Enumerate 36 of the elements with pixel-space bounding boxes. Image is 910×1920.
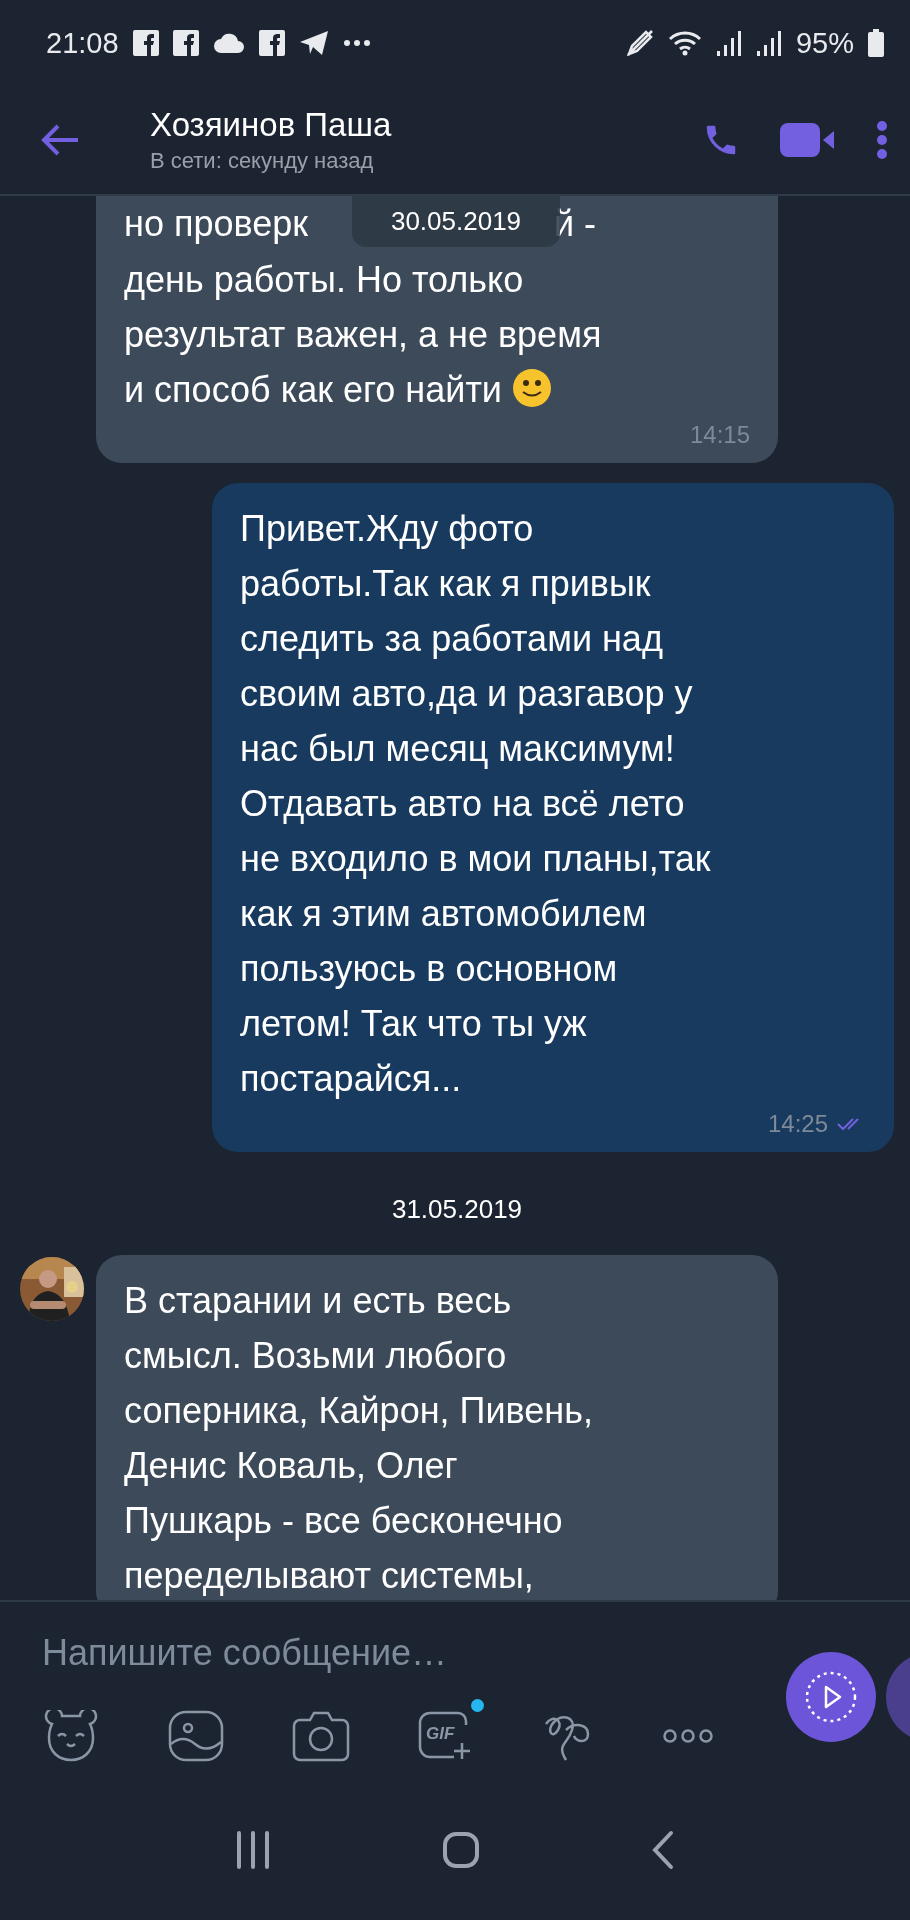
contact-status: В сети: секунду назад <box>150 148 375 174</box>
message-input[interactable]: Напишите сообщение… <box>42 1632 722 1674</box>
paper-plane-icon <box>298 30 329 56</box>
more-icon[interactable] <box>876 120 888 160</box>
gallery-icon[interactable] <box>168 1710 224 1762</box>
signal-icon <box>755 29 782 57</box>
video-camera-icon[interactable] <box>780 121 836 159</box>
date-chip: 30.05.2019 <box>352 196 560 247</box>
home-icon[interactable] <box>442 1831 480 1869</box>
back-icon[interactable] <box>40 123 80 157</box>
date-label: 31.05.2019 <box>391 1194 523 1225</box>
message-text: В старании и есть весь смысл. Возьми любого соперника, Кайрон, Пивень, Денис Коваль, Олег Пушкарь - все бесконечно переделывают системы, <box>124 1279 594 1598</box>
gif-button[interactable]: GIF <box>418 1697 484 1761</box>
message-text: но проверк <box>124 202 308 246</box>
message-text: день работы. Но только результат важен, а не время и способ как его найти <box>124 258 603 412</box>
battery-icon <box>868 29 884 57</box>
more-icon[interactable] <box>662 1728 714 1744</box>
signal-icon <box>715 29 742 57</box>
recent-apps-icon[interactable] <box>235 1831 272 1869</box>
facebook-icon <box>172 30 199 56</box>
message-text: Привет.Жду фото работы.Так как я привык следить за работами над своим авто,да и разгавор у нас был месяц максимум! Отдавать авто на всё лето не входило в мои планы,так как я этим автомобилем пользуюсь в основном летом! Так что ты уж постарайся... <box>240 507 712 1101</box>
contact-name: Хозяинов Паша <box>150 106 393 144</box>
pen-icon <box>625 29 654 57</box>
wifi-icon <box>667 29 702 57</box>
cloud-icon <box>212 31 245 55</box>
message-time: 14:25 <box>767 1110 828 1138</box>
more-icon <box>342 39 371 47</box>
play-icon <box>804 1670 858 1724</box>
message-time: 14:15 <box>689 421 750 449</box>
clock: 21:08 <box>46 26 119 60</box>
battery-percent: 95% <box>795 26 854 60</box>
facebook-icon <box>258 30 285 56</box>
back-icon[interactable] <box>650 1830 675 1870</box>
sticker-icon[interactable] <box>42 1710 100 1762</box>
facebook-icon <box>132 30 159 56</box>
camera-icon[interactable] <box>292 1710 350 1762</box>
